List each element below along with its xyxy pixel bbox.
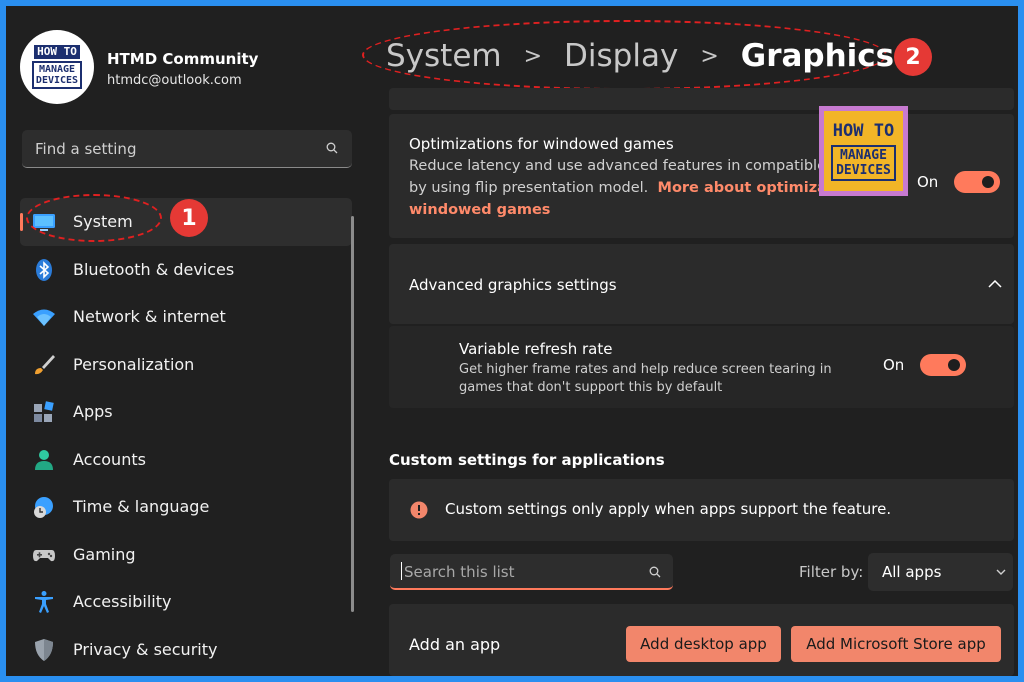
annotation-badge-1: 1 [170,199,208,237]
logo-how-to: HOW TO [34,45,80,59]
shield-icon [35,638,53,661]
add-store-app-button[interactable]: Add Microsoft Store app [791,626,1001,662]
advanced-graphics-title: Advanced graphics settings [409,276,617,294]
person-icon [35,449,53,470]
add-app-label: Add an app [409,635,501,654]
sidebar-item-gaming[interactable]: Gaming [20,531,352,579]
sidebar-item-label: Gaming [73,544,136,564]
sidebar-item-label: Network & internet [73,307,226,327]
sidebar-item-label: Bluetooth & devices [73,259,235,279]
custom-settings-title: Custom settings for applications [389,451,665,469]
windowed-games-description: Reduce latency and use advanced features… [409,155,829,221]
sidebar-item-apps[interactable]: Apps [20,388,352,436]
search-icon [326,142,338,154]
windowed-games-title: Optimizations for windowed games [409,135,674,153]
text-caret [401,562,402,580]
chevron-right-icon: > [700,43,719,69]
sidebar-item-time-language[interactable]: Time & language [20,483,352,531]
sidebar-item-accessibility[interactable]: Accessibility [20,578,352,626]
brush-icon [35,354,55,374]
custom-info-text: Custom settings only apply when apps sup… [445,500,892,518]
windowed-games-toggle-state: On [917,173,939,191]
custom-info-banner: Custom settings only apply when apps sup… [389,479,1014,541]
sidebar-item-personalization[interactable]: Personalization [20,341,352,389]
sidebar-item-privacy[interactable]: Privacy & security [20,626,352,674]
search-icon [649,566,661,578]
sidebar-item-label: Accessibility [73,592,172,612]
windowed-games-toggle[interactable] [954,171,1000,193]
search-input[interactable]: Find a setting [22,130,352,168]
search-list-input[interactable]: Search this list [390,554,673,590]
gamepad-icon [33,549,55,561]
vrr-title: Variable refresh rate [459,340,613,358]
filter-label: Filter by: [799,563,864,581]
howto-watermark: HOW TO MANAGE DEVICES [819,106,908,196]
sidebar-item-label: Apps [73,402,113,422]
vrr-card: Variable refresh rate Get higher frame r… [389,326,1014,408]
sidebar-item-label: Accounts [73,449,146,469]
chevron-right-icon: > [523,43,543,69]
annotation-badge-2: 2 [894,38,932,76]
more-about-link-continued[interactable]: windowed games [409,202,550,218]
sidebar-item-label: Privacy & security [73,639,218,659]
annotation-ellipse-system [26,194,162,242]
vrr-description: Get higher frame rates and help reduce s… [459,362,832,395]
filter-dropdown[interactable]: All apps [868,553,1013,591]
globe-clock-icon [34,497,53,518]
settings-window: HOW TO MANAGE DEVICES HTMD Community htm… [6,6,1018,676]
more-about-link[interactable]: More about optimiza [658,180,819,196]
breadcrumb-display[interactable]: Display [564,38,678,74]
search-placeholder: Find a setting [35,140,137,158]
search-list-placeholder: Search this list [404,563,515,581]
active-indicator [20,213,23,231]
filter-selected-value: All apps [882,563,942,581]
sidebar-item-label: Time & language [73,497,210,517]
breadcrumb: System > Display > Graphics [386,34,894,78]
sidebar-item-accounts[interactable]: Accounts [20,436,352,484]
profile-email: htmdc@outlook.com [107,73,242,88]
bluetooth-icon [36,258,52,281]
accessibility-icon [35,591,53,613]
info-icon [410,501,428,519]
sidebar-item-label: Personalization [73,354,195,374]
apps-icon [34,401,54,422]
wifi-icon [33,309,55,326]
sidebar-item-network[interactable]: Network & internet [20,293,352,341]
windowed-games-card: Optimizations for windowed games Reduce … [389,114,1014,238]
sidebar-item-bluetooth[interactable]: Bluetooth & devices [20,246,352,294]
breadcrumb-system[interactable]: System [386,38,502,74]
avatar: HOW TO MANAGE DEVICES [20,30,94,104]
toggle-knob [948,359,960,371]
toggle-knob [982,176,994,188]
add-desktop-app-button[interactable]: Add desktop app [626,626,781,662]
page-title: Graphics [740,38,895,74]
chevron-up-icon[interactable] [988,280,1002,288]
logo-manage-devices: MANAGE DEVICES [31,61,83,89]
vrr-toggle-state: On [883,356,905,374]
chevron-down-icon [996,569,1006,575]
profile-name: HTMD Community [107,50,259,68]
sidebar-nav: System Bluetooth & devices Network & int… [20,198,352,673]
sidebar-scrollbar[interactable] [351,216,354,612]
advanced-graphics-header[interactable]: Advanced graphics settings [389,244,1014,324]
vrr-toggle[interactable] [920,354,966,376]
profile-card[interactable]: HOW TO MANAGE DEVICES HTMD Community htm… [20,30,350,106]
previous-card [389,88,1014,110]
